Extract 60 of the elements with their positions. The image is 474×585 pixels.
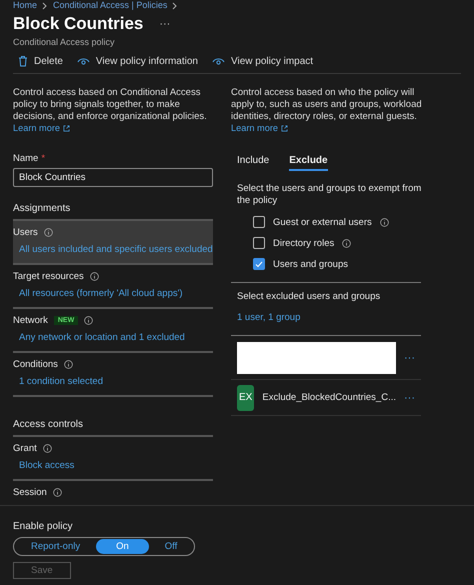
info-icon xyxy=(342,238,352,248)
option-label: Users and groups xyxy=(273,258,348,270)
option-label: Guest or external users xyxy=(273,216,372,228)
item-label: Target resources xyxy=(13,271,84,282)
item-value-link[interactable]: Block access xyxy=(19,460,74,471)
external-link-icon xyxy=(280,124,288,132)
info-icon xyxy=(380,218,389,226)
assignment-item[interactable]: Target resources All resources (formerly 'All cloud apps') xyxy=(13,265,213,309)
item-label: Users xyxy=(13,227,38,238)
chevron-right-icon xyxy=(42,2,48,10)
learn-more-link[interactable]: Learn more xyxy=(13,123,213,133)
item-label: Session xyxy=(13,487,47,498)
item-value-link[interactable]: All resources (formerly 'All cloud apps') xyxy=(19,288,183,299)
breadcrumb-link[interactable]: Conditional Access | Policies xyxy=(53,0,168,11)
toggle-option[interactable]: On xyxy=(96,539,149,554)
eye-icon xyxy=(76,56,90,66)
item-value-link[interactable]: Any network or location and 1 excluded xyxy=(19,332,185,343)
users-description: Control access based on who the policy will apply to, such as users and groups, workload identities, directory roles, or external guests. xyxy=(231,87,423,123)
more-button[interactable]: ··· xyxy=(404,392,415,404)
item-value-link[interactable]: All users included and specific users excluded xyxy=(19,244,213,255)
group-name: Exclude_BlockedCountries_C... xyxy=(262,392,396,403)
external-link-icon xyxy=(62,124,70,132)
checkbox[interactable] xyxy=(253,237,265,249)
page-subtitle: Conditional Access policy xyxy=(13,37,116,47)
more-button[interactable]: ··· xyxy=(404,352,415,364)
chevron-right-icon xyxy=(172,2,178,10)
assignment-item[interactable]: Conditions 1 condition selected xyxy=(13,353,213,397)
option-label: Directory roles xyxy=(273,238,334,248)
tab[interactable]: Include xyxy=(237,155,270,171)
required-mark: * xyxy=(41,153,46,164)
item-label: Conditions xyxy=(13,359,58,370)
policy-description: Control access based on Conditional Access policy to bring signals together, to make decisions, and enforce organizational policies. xyxy=(13,87,208,123)
view-button[interactable]: View policy impact xyxy=(212,56,314,66)
trash-icon xyxy=(18,55,28,67)
enable-policy-label: Enable policy xyxy=(13,521,72,532)
more-button[interactable]: ··· xyxy=(159,18,170,30)
name-input[interactable]: Block Countries xyxy=(13,168,213,187)
toggle-option[interactable]: Off xyxy=(148,539,194,554)
item-label: Grant xyxy=(13,443,37,454)
exclude-prompt: Select the users and groups to exempt from the policy xyxy=(237,183,422,207)
item-label: Network xyxy=(13,315,48,326)
selection-summary-link[interactable]: 1 user, 1 group xyxy=(237,312,431,323)
assignment-item[interactable]: Grant Block access xyxy=(13,437,213,481)
toggle-option[interactable]: Report-only xyxy=(15,539,96,554)
view-button[interactable]: View policy information xyxy=(76,56,198,66)
tab[interactable]: Exclude xyxy=(289,155,328,171)
group-avatar: EX xyxy=(237,384,254,410)
checkbox[interactable] xyxy=(253,216,265,228)
selected-heading: Select excluded users and groups xyxy=(237,291,382,302)
assignment-item[interactable]: Session xyxy=(13,481,213,504)
section-heading: Access controls xyxy=(13,409,213,437)
item-value-link[interactable]: 1 condition selected xyxy=(19,376,103,387)
learn-more-link[interactable]: Learn more xyxy=(231,123,431,133)
delete-button[interactable]: Delete xyxy=(18,55,63,67)
breadcrumb-link[interactable]: Home xyxy=(13,0,38,11)
eye-icon xyxy=(212,56,225,66)
page-title: Block Countries xyxy=(13,14,144,34)
checkbox[interactable] xyxy=(253,258,265,270)
assignment-item[interactable]: Users All users included and specific users excluded xyxy=(13,221,213,265)
field-label: Name xyxy=(13,153,38,164)
